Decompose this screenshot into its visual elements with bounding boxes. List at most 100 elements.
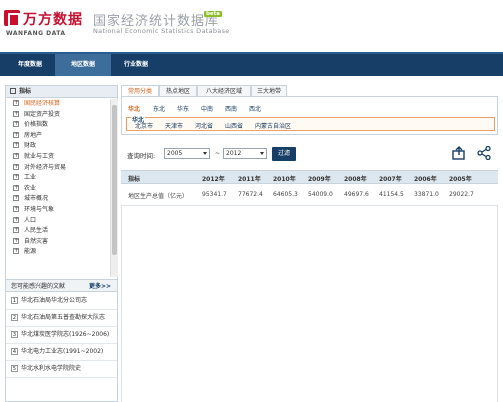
nav-industry-data[interactable]: 行业数据 (111, 54, 161, 76)
tree-item-label: 对外经济与贸易 (24, 163, 67, 171)
expand-icon[interactable] (13, 183, 19, 193)
region-tab-northwest[interactable]: 西北 (249, 104, 261, 113)
expand-icon[interactable] (13, 193, 19, 203)
related-item[interactable]: 5 华北水利水电学院院史 (6, 361, 117, 378)
range-separator: ~ (215, 150, 221, 157)
tree-item-living[interactable]: 人民生活 (6, 225, 110, 237)
province-beijing[interactable]: 北京市 (135, 121, 153, 130)
related-link[interactable]: 华北水利水电学院院史 (21, 365, 81, 372)
tree-item-label: 城市概况 (24, 195, 49, 203)
region-selector: 华北 东北 华东 中南 西南 西北 华北 北京市 天津市 河北省 山西省 内蒙古… (121, 96, 498, 135)
region-tab-central-south[interactable]: 中南 (201, 104, 213, 113)
expand-icon[interactable] (13, 109, 19, 119)
tree-item-disaster[interactable]: 自然灾害 (6, 236, 110, 248)
start-year-select[interactable]: 2005 (164, 148, 210, 159)
tree-item-finance[interactable]: 财政 (6, 140, 110, 152)
region-tab-north[interactable]: 华北 (128, 104, 140, 113)
tree-item-fixed-asset[interactable]: 国定资产投资 (6, 109, 110, 121)
tree-item-foreign-trade[interactable]: 对外经济与贸易 (6, 162, 110, 174)
related-num: 5 (11, 365, 18, 372)
region-tab-northeast[interactable]: 东北 (153, 104, 165, 113)
tree-item-label: 国定资产投资 (24, 110, 61, 118)
share-icon[interactable] (477, 146, 491, 160)
region-tab-east[interactable]: 华东 (177, 104, 189, 113)
expand-icon[interactable] (13, 140, 19, 150)
filter-button[interactable]: 过滤 (272, 147, 296, 161)
export-icon[interactable] (452, 146, 466, 160)
related-link[interactable]: 华北电力工业志(1991~2002) (21, 348, 103, 355)
tree-item-agriculture[interactable]: 农业 (6, 183, 110, 195)
tree-item-label: 农业 (24, 184, 37, 192)
related-num: 4 (11, 348, 18, 355)
tree-item-employment[interactable]: 就业与工资 (6, 151, 110, 163)
collapse-box-icon[interactable] (10, 88, 16, 94)
expand-icon[interactable] (13, 236, 19, 246)
related-link[interactable]: 华北石油局第五普查勘探大队志 (21, 314, 105, 321)
start-year-value: 2005 (167, 150, 183, 157)
expand-icon[interactable] (13, 172, 19, 182)
related-more-link[interactable]: 更多>> (89, 280, 111, 293)
cell-indicator[interactable]: 地区生产总值（亿元） (128, 191, 188, 200)
related-item[interactable]: 3 华北煤炭医学院志(1926~2006) (6, 327, 117, 344)
tree-item-real-estate[interactable]: 房地产 (6, 130, 110, 142)
tree-item-population[interactable]: 人口 (6, 215, 110, 227)
expand-icon[interactable] (13, 119, 19, 129)
tree-item-label: 人口 (24, 216, 37, 224)
tree-item-label: 自然灾害 (24, 237, 49, 245)
expand-icon[interactable] (13, 246, 19, 256)
table-row: 地区生产总值（亿元） 95341.7 77672.4 64605.3 54009… (121, 184, 498, 206)
query-time-label: 查询时间: (127, 152, 156, 160)
main-panel: 常用分类 热点地区 八大经济区域 三大地带 华北 东北 华东 中南 西南 西北 … (121, 85, 498, 402)
logo-text-cn: 万方数据 (23, 12, 83, 28)
scrollbar-thumb[interactable] (112, 105, 117, 255)
province-tianjin[interactable]: 天津市 (165, 121, 183, 130)
sidebar-scrollbar[interactable] (110, 99, 118, 277)
tree-item-label: 工业 (24, 174, 37, 182)
tree-item-price-index[interactable]: 价格指数 (6, 119, 110, 131)
expand-icon[interactable] (13, 225, 19, 235)
tree-item-label: 国民经济核算 (24, 100, 61, 107)
expand-icon[interactable] (13, 151, 19, 161)
site-header: 万方数据 WANFANG DATA 国家经济统计数据库 beta Nationa… (0, 0, 503, 52)
region-tab-southwest[interactable]: 西南 (225, 104, 237, 113)
expand-icon[interactable] (13, 162, 19, 172)
province-inner-mongolia[interactable]: 内蒙古自治区 (255, 121, 291, 130)
tree-item-label: 能源 (24, 248, 37, 256)
tree-item-environment[interactable]: 环境与气象 (6, 204, 110, 216)
expand-icon[interactable] (13, 204, 19, 214)
table-header: 指标 2012年 2011年 2010年 2009年 2008年 2007年 2… (121, 170, 498, 184)
related-item[interactable]: 1 华北石油局华北分公司志 (6, 293, 117, 310)
dropdown-arrow-icon (203, 152, 207, 155)
related-link[interactable]: 华北石油局华北分公司志 (21, 297, 87, 304)
cell-value: 41154.5 (379, 191, 404, 198)
expand-icon[interactable] (13, 130, 19, 140)
related-num: 3 (11, 331, 18, 338)
col-2010: 2010年 (273, 176, 296, 183)
tree-item-national-accounts[interactable]: 国民经济核算 (6, 99, 110, 110)
related-header: 您可能感兴趣的文献 更多>> (6, 279, 117, 292)
sidebar-header: 指标 (6, 86, 117, 98)
expand-icon[interactable] (13, 215, 19, 225)
end-year-select[interactable]: 2012 (223, 148, 267, 159)
nav-annual-data[interactable]: 年度数据 (0, 54, 60, 76)
related-link[interactable]: 华北煤炭医学院志(1926~2006) (21, 331, 109, 338)
expand-icon[interactable] (13, 99, 19, 108)
province-shanxi[interactable]: 山西省 (225, 121, 243, 130)
tree-item-label: 环境与气象 (24, 205, 55, 213)
tree-item-energy[interactable]: 能源 (6, 246, 110, 258)
related-title: 您可能感兴趣的文献 (11, 283, 66, 290)
related-num: 1 (11, 297, 18, 304)
sidebar-title: 指标 (19, 88, 32, 95)
tree-item-city-overview[interactable]: 城市概况 (6, 193, 110, 205)
related-item[interactable]: 4 华北电力工业志(1991~2002) (6, 344, 117, 361)
province-hebei[interactable]: 河北省 (195, 121, 213, 130)
indicator-tree: 国民经济核算 国定资产投资 价格指数 房地产 财政 就业与工资 对外经济与贸易 … (6, 99, 110, 277)
tree-item-industry[interactable]: 工业 (6, 172, 110, 184)
col-2009: 2009年 (308, 176, 331, 183)
nav-regional-data[interactable]: 地区数据 (55, 54, 111, 76)
tree-item-label: 人民生活 (24, 227, 49, 235)
logo-text-en: WANFANG DATA (6, 30, 66, 37)
related-item[interactable]: 2 华北石油局第五普查勘探大队志 (6, 310, 117, 327)
cell-value: 33871.0 (414, 191, 439, 198)
wanfang-logo[interactable]: 万方数据 WANFANG DATA (4, 8, 86, 38)
